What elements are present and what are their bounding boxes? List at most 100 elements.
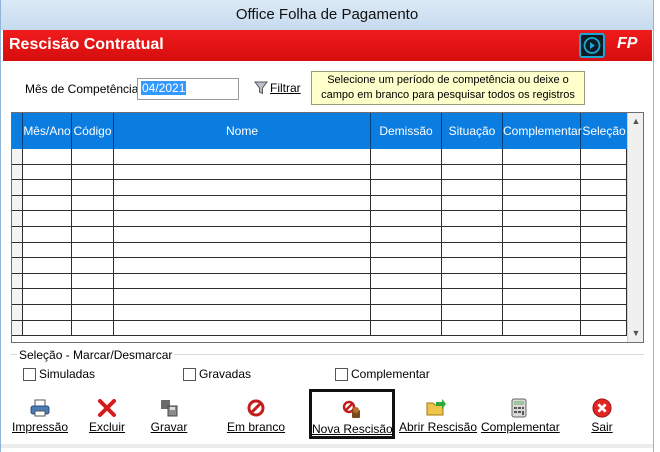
table-row[interactable] xyxy=(12,258,627,274)
table-cell[interactable] xyxy=(23,195,72,211)
filter-button[interactable]: Filtrar xyxy=(254,81,301,95)
col-situacao[interactable]: Situação xyxy=(442,113,503,149)
row-indicator[interactable] xyxy=(12,304,23,320)
table-cell[interactable] xyxy=(442,304,503,320)
table-cell[interactable] xyxy=(442,164,503,180)
table-cell[interactable] xyxy=(23,258,72,273)
table-cell[interactable] xyxy=(371,195,442,211)
table-cell[interactable] xyxy=(72,164,114,180)
row-indicator[interactable] xyxy=(12,242,23,258)
table-cell[interactable] xyxy=(114,273,371,289)
table-cell[interactable] xyxy=(23,242,72,258)
table-cell[interactable] xyxy=(72,258,114,273)
table-cell[interactable] xyxy=(581,195,627,211)
table-row[interactable] xyxy=(12,149,627,165)
table-cell[interactable] xyxy=(371,226,442,242)
table-cell[interactable] xyxy=(371,320,442,336)
row-indicator[interactable] xyxy=(12,273,23,289)
table-cell[interactable] xyxy=(114,211,371,226)
col-nome[interactable]: Nome xyxy=(114,113,371,149)
table-cell[interactable] xyxy=(72,195,114,211)
table-cell[interactable] xyxy=(371,304,442,320)
sair-button[interactable]: Sair xyxy=(585,390,619,442)
col-demissao[interactable]: Demissão xyxy=(371,113,442,149)
table-cell[interactable] xyxy=(114,149,371,164)
table-cell[interactable] xyxy=(581,164,627,180)
table-cell[interactable] xyxy=(23,164,72,180)
excluir-button[interactable]: Excluir xyxy=(85,390,129,442)
gravar-button[interactable]: Gravar xyxy=(149,390,189,442)
col-complementar[interactable]: Complementar xyxy=(503,113,582,149)
table-cell[interactable] xyxy=(72,226,114,242)
nova-rescisao-button[interactable]: Nova Rescisão xyxy=(309,389,395,439)
col-mes-ano[interactable]: Mês/Ano xyxy=(23,113,72,149)
table-cell[interactable] xyxy=(503,258,581,273)
table-cell[interactable] xyxy=(114,304,371,320)
table-cell[interactable] xyxy=(442,149,503,164)
table-row[interactable] xyxy=(12,304,627,321)
em-branco-button[interactable]: Em branco xyxy=(227,390,285,442)
complementar-checkbox[interactable]: Complementar xyxy=(335,367,430,381)
table-cell[interactable] xyxy=(503,226,581,242)
table-cell[interactable] xyxy=(442,289,503,304)
table-cell[interactable] xyxy=(72,304,114,320)
table-cell[interactable] xyxy=(23,304,72,320)
table-cell[interactable] xyxy=(72,273,114,289)
table-cell[interactable] xyxy=(23,211,72,226)
table-cell[interactable] xyxy=(581,304,627,320)
abrir-rescisao-button[interactable]: Abrir Rescisão xyxy=(399,390,477,442)
table-cell[interactable] xyxy=(581,273,627,289)
table-cell[interactable] xyxy=(503,180,581,195)
table-cell[interactable] xyxy=(503,242,581,258)
table-cell[interactable] xyxy=(503,211,581,226)
table-cell[interactable] xyxy=(114,195,371,211)
row-indicator[interactable] xyxy=(12,180,23,195)
table-cell[interactable] xyxy=(114,242,371,258)
row-indicator[interactable] xyxy=(12,164,23,180)
table-row[interactable] xyxy=(12,180,627,196)
row-indicator[interactable] xyxy=(12,320,23,336)
complementar-button[interactable]: Complementar xyxy=(481,390,560,442)
table-cell[interactable] xyxy=(581,211,627,226)
table-row[interactable] xyxy=(12,164,627,181)
row-indicator[interactable] xyxy=(12,149,23,164)
row-indicator[interactable] xyxy=(12,289,23,304)
table-cell[interactable] xyxy=(114,258,371,273)
table-cell[interactable] xyxy=(503,149,581,164)
table-cell[interactable] xyxy=(114,164,371,180)
play-icon[interactable] xyxy=(579,33,605,58)
row-indicator[interactable] xyxy=(12,226,23,242)
table-row[interactable] xyxy=(12,226,627,243)
table-cell[interactable] xyxy=(442,180,503,195)
table-cell[interactable] xyxy=(72,180,114,195)
table-cell[interactable] xyxy=(442,226,503,242)
table-cell[interactable] xyxy=(371,211,442,226)
table-cell[interactable] xyxy=(581,180,627,195)
table-cell[interactable] xyxy=(442,195,503,211)
table-cell[interactable] xyxy=(503,289,581,304)
checkbox-icon[interactable] xyxy=(335,367,348,381)
col-codigo[interactable]: Código xyxy=(72,113,114,149)
scroll-down-icon[interactable]: ▼ xyxy=(628,325,643,342)
table-row[interactable] xyxy=(12,211,627,227)
impressao-button[interactable]: Impressão xyxy=(9,390,71,442)
table-cell[interactable] xyxy=(371,242,442,258)
table-cell[interactable] xyxy=(72,320,114,336)
table-cell[interactable] xyxy=(442,242,503,258)
table-cell[interactable] xyxy=(114,289,371,304)
table-cell[interactable] xyxy=(23,273,72,289)
table-cell[interactable] xyxy=(23,149,72,164)
table-cell[interactable] xyxy=(371,289,442,304)
table-cell[interactable] xyxy=(23,226,72,242)
simuladas-checkbox[interactable]: Simuladas xyxy=(23,367,95,381)
table-cell[interactable] xyxy=(371,258,442,273)
table-row[interactable] xyxy=(12,289,627,305)
grid-scrollbar[interactable]: ▲ ▼ xyxy=(627,113,643,342)
table-cell[interactable] xyxy=(114,226,371,242)
table-cell[interactable] xyxy=(503,304,581,320)
table-cell[interactable] xyxy=(581,258,627,273)
checkbox-icon[interactable] xyxy=(23,367,36,381)
table-cell[interactable] xyxy=(114,180,371,195)
table-cell[interactable] xyxy=(581,149,627,164)
table-row[interactable] xyxy=(12,320,627,337)
